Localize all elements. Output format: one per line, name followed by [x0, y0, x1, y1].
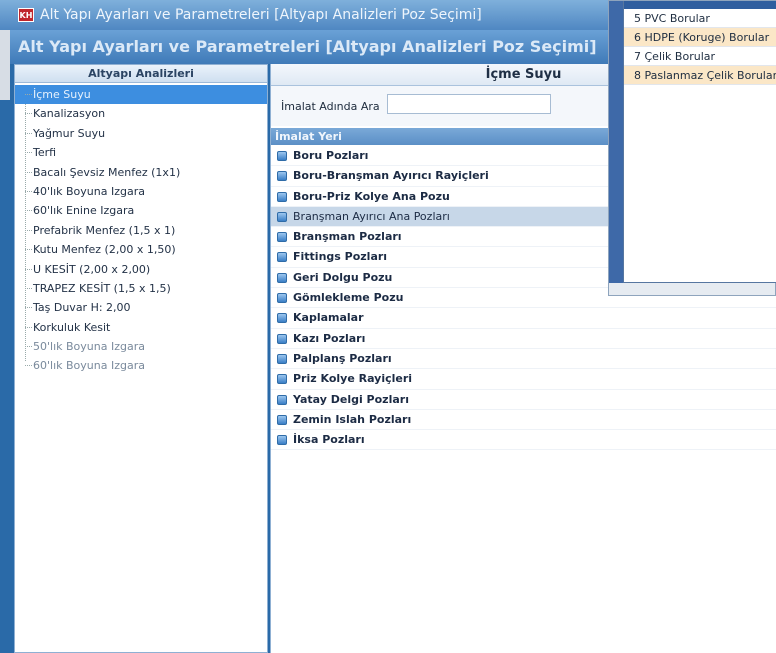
- list-item-label: Fittings Pozları: [293, 250, 388, 264]
- list-item-label: İksa Pozları: [293, 433, 365, 447]
- group-icon: [277, 394, 287, 405]
- tree-item[interactable]: Yağmur Suyu: [15, 124, 267, 143]
- window-title: Alt Yapı Ayarları ve Parametreleri [Alty…: [40, 7, 482, 23]
- list-item-label: Palplanş Pozları: [293, 351, 392, 365]
- analysis-tree-panel: Altyapı Analizleri İçme Suyu Kanalizasyo…: [14, 64, 268, 653]
- group-icon: [277, 252, 287, 263]
- group-icon: [277, 313, 287, 324]
- tree-item[interactable]: 60'lık Enine Izgara: [15, 201, 267, 220]
- tree-item[interactable]: Terfi: [15, 143, 267, 162]
- tree-item[interactable]: 40'lık Boyuna Izgara: [15, 182, 267, 201]
- search-label: İmalat Adında Ara: [281, 100, 380, 113]
- tree-item[interactable]: 60'lık Boyuna Izgara: [15, 356, 267, 375]
- list-item-label: Branşman Ayırıcı Ana Pozları: [293, 209, 450, 223]
- list-item[interactable]: Zemin Islah Pozları: [271, 410, 776, 431]
- analysis-tree: İçme Suyu Kanalizasyon Yağmur Suyu Terfi…: [15, 83, 267, 376]
- group-icon: [277, 191, 287, 202]
- group-icon: [277, 353, 287, 364]
- app-icon: KH: [18, 8, 34, 22]
- pipe-list-item[interactable]: 5 PVC Borular: [624, 9, 776, 28]
- group-icon: [277, 333, 287, 344]
- tree-item[interactable]: Kanalizasyon: [15, 104, 267, 123]
- list-item-label: Kazı Pozları: [293, 331, 366, 345]
- list-item[interactable]: Yatay Delgi Pozları: [271, 390, 776, 410]
- pipe-list: 5 PVC Borular 6 HDPE (Koruge) Borular 7 …: [623, 1, 776, 283]
- tree-item[interactable]: İçme Suyu: [15, 85, 267, 105]
- group-icon: [277, 293, 287, 304]
- tree-item[interactable]: Korkuluk Kesit: [15, 318, 267, 337]
- search-input[interactable]: [387, 94, 551, 114]
- form-title: Alt Yapı Ayarları ve Parametreleri [Alty…: [18, 37, 597, 56]
- list-item[interactable]: İksa Pozları: [271, 430, 776, 451]
- tree-item[interactable]: TRAPEZ KESİT (1,5 x 1,5): [15, 279, 267, 298]
- tree-item[interactable]: Kutu Menfez (2,00 x 1,50): [15, 240, 267, 259]
- group-icon: [277, 211, 287, 222]
- group-icon: [277, 232, 287, 243]
- pipe-list-item[interactable]: 8 Paslanmaz Çelik Borular: [624, 66, 776, 85]
- tree-item[interactable]: Prefabrik Menfez (1,5 x 1): [15, 221, 267, 240]
- list-item[interactable]: Palplanş Pozları: [271, 349, 776, 370]
- list-item-label: Zemin Islah Pozları: [293, 412, 412, 426]
- popup-side-bar: [609, 1, 623, 283]
- list-item-label: Geri Dolgu Pozu: [293, 270, 393, 284]
- tree-item[interactable]: Taş Duvar H: 2,00: [15, 298, 267, 317]
- group-icon: [277, 374, 287, 385]
- group-icon: [277, 151, 287, 161]
- list-item[interactable]: Kazı Pozları: [271, 329, 776, 349]
- tree-item[interactable]: Bacalı Şevsiz Menfez (1x1): [15, 163, 267, 182]
- tree-item[interactable]: 50'lık Boyuna Izgara: [15, 337, 267, 356]
- list-item-label: Boru Pozları: [293, 149, 369, 162]
- pipe-list-popup: 5 PVC Borular 6 HDPE (Koruge) Borular 7 …: [608, 0, 776, 296]
- group-icon: [277, 414, 287, 425]
- list-item-label: Kaplamalar: [293, 311, 364, 325]
- pipe-list-item[interactable]: 6 HDPE (Koruge) Borular: [624, 28, 776, 47]
- list-item-label: Boru-Priz Kolye Ana Pozu: [293, 189, 450, 203]
- list-item-label: Priz Kolye Rayiçleri: [293, 372, 413, 386]
- tree-item[interactable]: U KESİT (2,00 x 2,00): [15, 260, 267, 279]
- analysis-tree-header: Altyapı Analizleri: [15, 65, 267, 83]
- list-item[interactable]: Kaplamalar: [271, 308, 776, 329]
- group-icon: [277, 171, 287, 182]
- group-icon: [277, 435, 287, 446]
- group-icon: [277, 272, 287, 283]
- list-item-label: Yatay Delgi Pozları: [293, 392, 409, 406]
- list-item-label: Boru-Branşman Ayırıcı Rayiçleri: [293, 169, 489, 183]
- popup-selected-row-edge: [624, 1, 776, 9]
- list-item[interactable]: Priz Kolye Rayiçleri: [271, 369, 776, 390]
- list-item-label: Branşman Pozları: [293, 230, 402, 244]
- list-item-label: Gömlekleme Pozu: [293, 291, 404, 305]
- pipe-list-item[interactable]: 7 Çelik Borular: [624, 47, 776, 66]
